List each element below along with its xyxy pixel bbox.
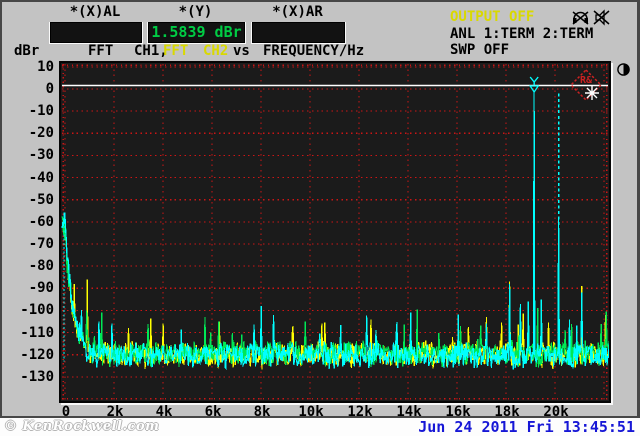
y-tick-label: -60 bbox=[28, 213, 54, 230]
y-tick-label: 0 bbox=[45, 81, 54, 97]
trace-fft-ch2 bbox=[61, 91, 609, 371]
output-status: OUTPUT OFF bbox=[450, 9, 535, 25]
cursor-marker-triangle-icon bbox=[528, 85, 540, 94]
rs-logo-text: R& bbox=[580, 75, 593, 86]
y-tick-label: -100 bbox=[20, 302, 54, 319]
analyzer-screen: *(X)AL *(Y) *(X)AR 1.5839 dBr OUTPUT OFF… bbox=[0, 0, 640, 436]
bottom-bar: © KenRockwell.com Jun 24 2011 Fri 13:45:… bbox=[0, 418, 640, 436]
ch2-label: CH2 bbox=[203, 43, 229, 59]
xar-value-field[interactable] bbox=[252, 22, 345, 43]
y-tick-label: -110 bbox=[20, 324, 54, 341]
x-axis-label: FREQUENCY/Hz bbox=[263, 43, 365, 59]
y-tick-label: 10 bbox=[37, 58, 54, 75]
datetime: Jun 24 2011 Fri 13:45:51 bbox=[418, 418, 635, 436]
y-tick-label: -130 bbox=[20, 368, 54, 385]
y-axis-unit: dBr bbox=[14, 43, 40, 59]
window-edge-top bbox=[0, 0, 640, 2]
cursor-marker-icon bbox=[529, 76, 539, 85]
ch2-fft-label: FFT bbox=[163, 43, 189, 59]
vs-label: vs bbox=[233, 43, 250, 59]
y-tick-label: -70 bbox=[28, 236, 54, 252]
y-tick-label: -40 bbox=[28, 169, 54, 186]
y-tick-label: -30 bbox=[28, 147, 54, 164]
xal-value bbox=[51, 23, 141, 42]
xal-value-field[interactable] bbox=[50, 22, 142, 43]
field-label-xar: *(X)AR bbox=[272, 4, 323, 20]
y-tick-label: -50 bbox=[28, 191, 54, 208]
y-value: 1.5839 dBr bbox=[151, 23, 242, 41]
y-tick-label: -20 bbox=[28, 125, 54, 142]
sweep-status: SWP OFF bbox=[450, 42, 510, 58]
muted-speaker-icon bbox=[593, 9, 610, 26]
muted-headphones-icon bbox=[572, 11, 589, 25]
y-value-field[interactable]: 1.5839 dBr bbox=[148, 22, 245, 43]
y-tick-label: -120 bbox=[20, 346, 54, 363]
ch1-fft-label: FFT bbox=[88, 43, 114, 59]
analyzer-status: ANL 1:TERM 2:TERM bbox=[450, 26, 594, 42]
field-label-y: *(Y) bbox=[178, 4, 213, 20]
fft-plot: R& bbox=[61, 64, 609, 400]
asterisk-marker-icon bbox=[585, 86, 599, 100]
xar-value bbox=[253, 23, 344, 42]
y-tick-label: -80 bbox=[28, 258, 54, 275]
contrast-icon bbox=[617, 63, 630, 76]
y-tick-label: -10 bbox=[28, 103, 54, 120]
field-label-xal: *(X)AL bbox=[69, 4, 121, 20]
watermark: © KenRockwell.com bbox=[4, 419, 160, 434]
fft-plot-panel[interactable]: R& bbox=[59, 61, 611, 403]
y-tick-label: -90 bbox=[28, 280, 54, 297]
